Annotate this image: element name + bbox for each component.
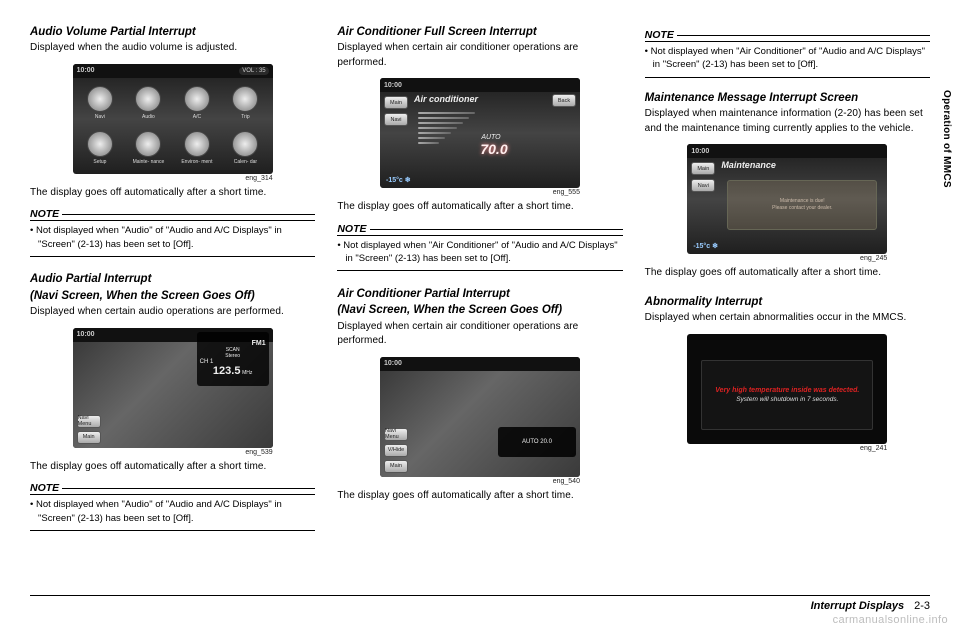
figure-ac-full: 10:00 Air conditioner Main Navi Back AUT…: [380, 78, 580, 188]
footer-section: Interrupt Displays: [811, 600, 905, 612]
column-2: Air Conditioner Full Screen Interrupt Di…: [337, 25, 622, 550]
clock: 10:00: [691, 148, 709, 155]
body-text: Displayed when certain audio operations …: [30, 305, 315, 320]
watermark: carmanualsonline.info: [833, 614, 948, 626]
figure-caption: eng_241: [687, 445, 887, 452]
column-3: NOTE Not displayed when "Air Conditioner…: [645, 25, 930, 550]
figure-caption: eng_539: [73, 449, 273, 456]
body-text: The display goes off automatically after…: [30, 186, 315, 201]
main-button: Main: [77, 431, 101, 444]
navi-button: Navi: [384, 113, 408, 126]
note-heading: NOTE: [337, 223, 622, 236]
body-text: Displayed when certain air conditioner o…: [337, 320, 622, 349]
main-button: Main: [384, 96, 408, 109]
side-tab: Operation of MMCS: [941, 90, 952, 188]
note-rule: [337, 270, 622, 271]
back-button: Back: [552, 94, 576, 107]
page-content: Audio Volume Partial Interrupt Displayed…: [0, 0, 960, 570]
main-button: Main: [384, 460, 408, 473]
clock: 10:00: [77, 67, 95, 74]
figure-caption: eng_555: [380, 189, 580, 196]
heading-ac-partial-1: Air Conditioner Partial Interrupt: [337, 287, 622, 301]
body-text: Displayed when certain abnormalities occ…: [645, 311, 930, 326]
figure-navi-radio: 10:00 FM1 SCAN Stereo CH 1 123.5 MHz Nav…: [73, 328, 273, 448]
note-rule: [30, 530, 315, 531]
heading-abnormality: Abnormality Interrupt: [645, 295, 930, 309]
note-heading: NOTE: [30, 482, 315, 495]
note-heading: NOTE: [645, 29, 930, 42]
body-text: The display goes off automatically after…: [645, 266, 930, 281]
menu-grid: Navi Audio A/C Trip Setup Mainte- nance …: [73, 78, 273, 174]
heading-audio-partial-2: (Navi Screen, When the Screen Goes Off): [30, 289, 315, 303]
volume-badge: VOL : 35: [239, 67, 268, 75]
footer-page: 2-3: [914, 600, 930, 612]
note-body: Not displayed when "Audio" of "Audio and…: [30, 498, 315, 525]
vhide-button: V/Hide: [384, 444, 408, 457]
note-body: Not displayed when "Audio" of "Audio and…: [30, 224, 315, 251]
note-body: Not displayed when "Air Conditioner" of …: [645, 45, 930, 72]
figure-caption: eng_314: [73, 175, 273, 182]
body-text: The display goes off automatically after…: [337, 489, 622, 504]
body-text: Displayed when the audio volume is adjus…: [30, 41, 315, 56]
body-text: The display goes off automatically after…: [30, 460, 315, 475]
ac-overlay: AUTO 20.0: [498, 427, 576, 457]
clock: 10:00: [77, 331, 95, 338]
note-rule: [30, 256, 315, 257]
note-heading: NOTE: [30, 208, 315, 221]
maintenance-message: Maintenance is due! Please contact your …: [727, 180, 877, 230]
figure-ac-partial: 10:00 AUTO 20.0 Navi Menu V/Hide Main: [380, 357, 580, 477]
heading-audio-volume: Audio Volume Partial Interrupt: [30, 25, 315, 39]
exterior-temp: -15°c ❄: [693, 242, 718, 250]
figure-abnormality: Very high temperature inside was detecte…: [687, 334, 887, 444]
figure-caption: eng_245: [687, 255, 887, 262]
exterior-temp: -15°c ❄: [386, 176, 411, 184]
body-text: The display goes off automatically after…: [337, 200, 622, 215]
radio-overlay: FM1 SCAN Stereo CH 1 123.5 MHz: [197, 332, 269, 386]
figure-menu-grid: 10:00 VOL : 35 Navi Audio A/C Trip Setup …: [73, 64, 273, 174]
navi-menu-button: Navi Menu: [384, 428, 408, 441]
figure-maintenance: 10:00 Maintenance Main Navi Maintenance …: [687, 144, 887, 254]
body-text: Displayed when certain air conditioner o…: [337, 41, 622, 70]
navi-button: Navi: [691, 179, 715, 192]
navi-menu-button: Navi Menu: [77, 415, 101, 428]
note-rule: [645, 77, 930, 78]
body-text: Displayed when maintenance information (…: [645, 107, 930, 136]
heading-ac-full: Air Conditioner Full Screen Interrupt: [337, 25, 622, 39]
maintenance-title: Maintenance: [721, 160, 776, 170]
heading-ac-partial-2: (Navi Screen, When the Screen Goes Off): [337, 303, 622, 317]
page-footer: Interrupt Displays 2-3: [30, 595, 930, 612]
clock: 10:00: [384, 82, 402, 89]
abnormality-message: Very high temperature inside was detecte…: [701, 360, 873, 430]
ac-title: Air conditioner: [414, 94, 478, 104]
heading-audio-partial-1: Audio Partial Interrupt: [30, 272, 315, 286]
heading-maintenance: Maintenance Message Interrupt Screen: [645, 91, 930, 105]
clock: 10:00: [384, 360, 402, 367]
main-button: Main: [691, 162, 715, 175]
note-body: Not displayed when "Air Conditioner" of …: [337, 239, 622, 266]
column-1: Audio Volume Partial Interrupt Displayed…: [30, 25, 315, 550]
figure-caption: eng_540: [380, 478, 580, 485]
